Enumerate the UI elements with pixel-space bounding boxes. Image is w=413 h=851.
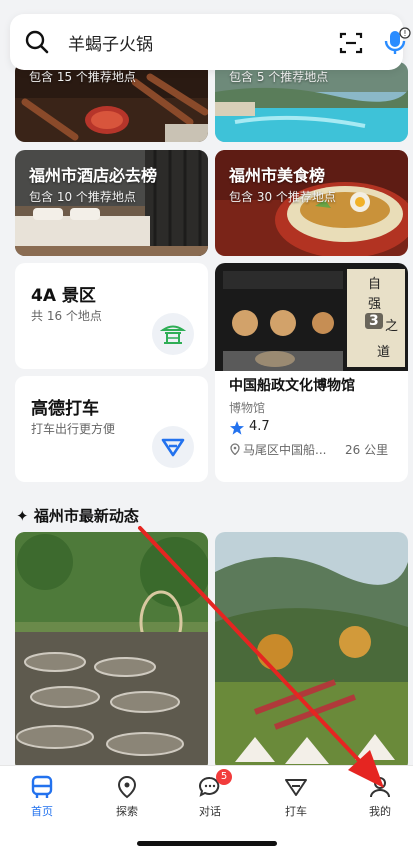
museum-poi-card[interactable]: 自 强 之 道 3 中国船政文化博物馆 博物馆 4.7 马尾区中国船... 26… (215, 263, 408, 482)
poi-rating: 4.7 (249, 419, 270, 434)
home-indicator (137, 841, 277, 846)
feed-item-2[interactable] (215, 532, 408, 772)
star-icon (230, 421, 244, 435)
card-title: 4A 景区 (31, 286, 96, 306)
tab-label: 首页 (31, 805, 53, 818)
card-subtitle: 共 16 个地点 (31, 309, 102, 323)
tab-taxi[interactable]: 打车 (266, 774, 326, 819)
scan-icon[interactable] (338, 30, 364, 56)
top-list-card-2[interactable]: 包含 5 个推荐地点 (215, 62, 408, 142)
card-title: 高德打车 (31, 399, 99, 419)
photo-count-badge: 3 (365, 313, 383, 329)
museum-sign-char: 强 (368, 297, 382, 312)
museum-sign-char: 道 (377, 345, 391, 360)
taxi-logo-icon (152, 426, 194, 468)
card-subtitle: 包含 30 个推荐地点 (229, 190, 336, 204)
museum-sign-char: 自 (368, 277, 382, 292)
camping-valley-image (215, 532, 408, 772)
sparkle-icon: ✦ (16, 507, 29, 525)
tab-chat[interactable]: 5 对话 (180, 769, 240, 819)
taxi-card[interactable]: 高德打车 打车出行更方便 (15, 376, 208, 482)
card-title: 福州市酒店必去榜 (29, 166, 158, 185)
tab-profile[interactable]: 我的 (350, 774, 410, 819)
poi-address: 马尾区中国船... (243, 443, 327, 457)
map-pin-icon (117, 775, 137, 799)
tab-label: 对话 (199, 805, 221, 818)
card-subtitle: 包含 15 个推荐地点 (29, 70, 136, 84)
food-ranking-card[interactable]: 福州市美食榜 包含 30 个推荐地点 (215, 150, 408, 256)
location-pin-icon (230, 443, 240, 455)
user-icon (370, 777, 390, 798)
hotel-ranking-card[interactable]: 福州市酒店必去榜 包含 10 个推荐地点 (15, 150, 208, 256)
pavilion-icon (152, 313, 194, 355)
scenic-spots-card[interactable]: 4A 景区 共 16 个地点 (15, 263, 208, 369)
search-input[interactable]: 羊蝎子火锅 (68, 30, 153, 55)
tab-label: 打车 (285, 805, 307, 818)
poi-category: 博物馆 (229, 401, 266, 415)
unread-badge: 5 (216, 769, 232, 785)
bottom-nav: 首页 探索 5 对话 打车 我的 (0, 765, 413, 851)
feed-section-title: ✦ 福州市最新动态 (16, 507, 139, 525)
poi-distance: 26 公里 (345, 443, 389, 457)
screen: 羊蝎子火锅 ! 包含 15 个推荐地点 包含 5 个推荐地点 福州市酒店必去榜 … (0, 0, 413, 851)
voice-assistant-icon[interactable]: ! (381, 27, 411, 57)
tab-label: 探索 (116, 805, 138, 818)
card-subtitle: 打车出行更方便 (31, 422, 116, 436)
top-list-card-1[interactable]: 包含 15 个推荐地点 (15, 62, 208, 142)
svg-text:!: ! (403, 29, 406, 38)
card-subtitle: 包含 10 个推荐地点 (29, 190, 136, 204)
search-icon (25, 30, 49, 54)
search-bar[interactable]: 羊蝎子火锅 ! (10, 14, 411, 70)
feed-item-1[interactable] (15, 532, 208, 772)
museum-sign-char: 之 (385, 319, 399, 334)
tab-explore[interactable]: 探索 (97, 774, 157, 819)
tab-label: 我的 (369, 805, 391, 818)
tab-home[interactable]: 首页 (12, 774, 72, 819)
poi-title: 中国船政文化博物馆 (229, 378, 355, 394)
waterfall-pools-image (15, 532, 208, 772)
card-subtitle: 包含 5 个推荐地点 (229, 70, 329, 84)
card-title: 福州市美食榜 (229, 166, 326, 185)
bus-icon (31, 775, 53, 798)
taxi-icon (285, 779, 307, 796)
